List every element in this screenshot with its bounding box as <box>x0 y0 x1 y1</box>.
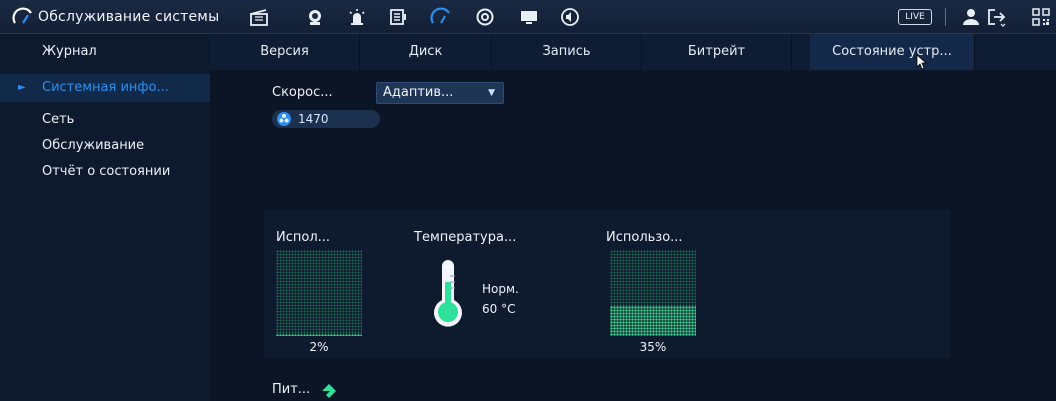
tab-device-status[interactable]: Состояние устр... <box>810 34 975 70</box>
thermometer-icon <box>434 260 462 327</box>
sidebar-item-status-report[interactable]: Отчёт о состоянии <box>0 158 210 186</box>
network-icon[interactable] <box>430 6 452 28</box>
temperature-status: Норм. <box>482 282 519 296</box>
tab-disk[interactable]: Диск <box>360 34 492 70</box>
sidebar-item-label: Отчёт о состоянии <box>42 164 171 179</box>
resource-meters: Испол... 2% Температура... Норм. 60 °C И… <box>264 210 950 358</box>
device-status-panel: Скорос... Адаптив... ▼ 1470 Испол... 2% … <box>210 70 1056 401</box>
sidebar-item-label: Журнал <box>42 44 97 59</box>
cpu-usage-meter <box>276 250 362 336</box>
sidebar-item-label: Сеть <box>42 112 75 127</box>
fan-speed-readout: 1470 <box>272 110 380 128</box>
app-title: Обслуживание системы <box>38 9 220 25</box>
sidebar-item-maintenance[interactable]: Обслуживание <box>0 132 210 160</box>
storage-icon[interactable] <box>387 6 409 28</box>
sidebar-item-label: Обслуживание <box>42 138 145 153</box>
maintenance-logo-icon <box>12 7 32 24</box>
chevron-right-icon: ► <box>18 82 26 93</box>
disc-icon[interactable] <box>474 6 496 28</box>
temperature-value: 60 °C <box>482 302 516 316</box>
fan-mode-value: Адаптив... <box>383 85 454 100</box>
fan-mode-select[interactable]: Адаптив... ▼ <box>376 82 504 104</box>
sidebar: Журнал ► Системная инфо... Сеть Обслужив… <box>0 34 210 401</box>
sidebar-item-network[interactable]: Сеть <box>0 106 210 134</box>
tab-bitrate[interactable]: Битрейт <box>642 34 792 70</box>
live-badge[interactable]: LIVE <box>898 9 932 25</box>
sidebar-item-label: Системная инфо... <box>42 80 169 95</box>
temperature-label: Температура... <box>414 230 517 245</box>
clapper-icon[interactable] <box>248 6 270 28</box>
user-icon[interactable] <box>960 6 982 28</box>
sidebar-item-system-info[interactable]: ► Системная инфо... <box>0 74 210 102</box>
toolbar-divider <box>945 8 946 26</box>
face-icon[interactable] <box>304 6 326 28</box>
tab-version[interactable]: Версия <box>210 34 360 70</box>
mouse-cursor-icon <box>916 54 928 70</box>
memory-usage-fill <box>610 305 696 336</box>
alarm-icon[interactable] <box>346 6 368 28</box>
fan-speed-label: Скорос... <box>272 85 333 100</box>
chevron-down-icon: ▼ <box>488 88 495 98</box>
display-icon[interactable] <box>518 6 540 28</box>
cpu-usage-fill <box>276 334 362 336</box>
memory-usage-value: 35% <box>639 340 667 354</box>
power-status-icon <box>322 384 336 398</box>
cpu-usage-label: Испол... <box>276 230 331 245</box>
tab-bar: Версия Диск Запись Битрейт Состояние уст… <box>210 34 1056 70</box>
audio-icon[interactable] <box>559 6 581 28</box>
fan-icon <box>277 112 291 126</box>
tab-record[interactable]: Запись <box>492 34 642 70</box>
memory-usage-label: Использо... <box>606 230 683 245</box>
sidebar-item-log[interactable]: Журнал <box>0 38 210 66</box>
qr-icon[interactable] <box>1030 6 1052 28</box>
power-label: Пит... <box>272 382 311 397</box>
fan-rpm-value: 1470 <box>298 112 329 126</box>
cpu-usage-value: 2% <box>309 340 329 354</box>
logout-icon[interactable] <box>985 6 1007 28</box>
memory-usage-meter <box>610 250 696 336</box>
top-bar: Обслуживание системы LIVE <box>0 0 1056 34</box>
